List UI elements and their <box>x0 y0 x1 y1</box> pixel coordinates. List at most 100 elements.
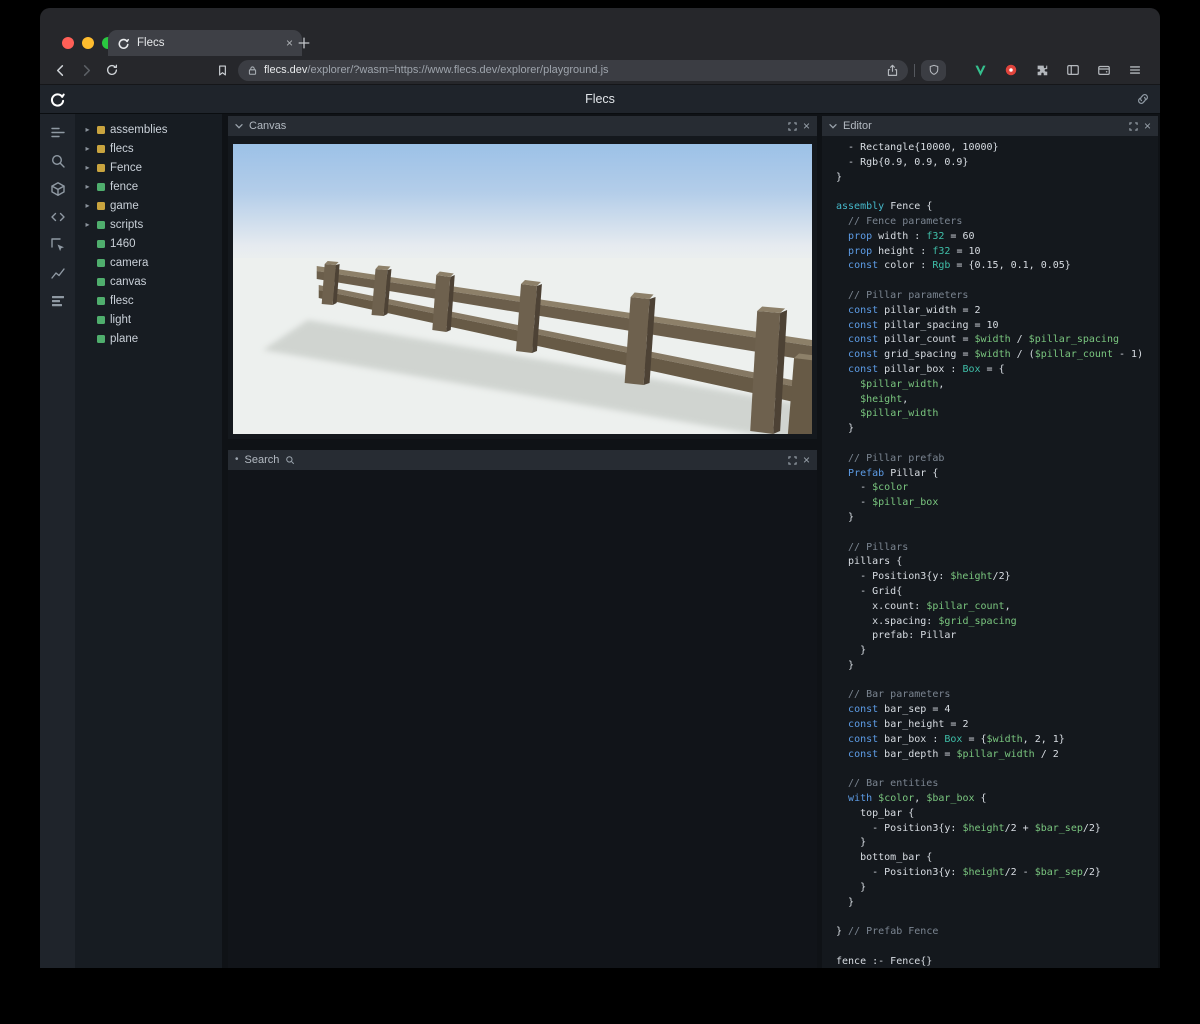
flecs-logo-icon <box>49 91 66 108</box>
extensions-puzzle-icon[interactable] <box>1033 61 1051 79</box>
expand-icon[interactable] <box>788 121 797 131</box>
panel-dot-icon[interactable]: • <box>235 455 239 465</box>
code-icon[interactable] <box>49 208 67 226</box>
search-icon[interactable] <box>49 152 67 170</box>
tree-item-plane[interactable]: plane <box>75 329 222 348</box>
wallet-icon[interactable] <box>1095 61 1113 79</box>
code-line: const bar_height = 2 <box>848 719 969 731</box>
code-line: x.count: $pillar_count, <box>836 600 1011 612</box>
tree-item-1460[interactable]: 1460 <box>75 234 222 253</box>
tab-bar: Flecs × <box>40 8 1160 56</box>
close-icon[interactable]: × <box>803 454 810 466</box>
inspect-icon[interactable] <box>49 236 67 254</box>
browser-window: Flecs × flecs.dev/explorer/?wasm=https:/… <box>40 8 1160 968</box>
outliner-icon[interactable] <box>49 124 67 142</box>
page-title: Flecs <box>585 92 615 106</box>
tree-item-flesc[interactable]: flesc <box>75 291 222 310</box>
lock-icon <box>247 65 258 76</box>
url-bar[interactable]: flecs.dev/explorer/?wasm=https://www.fle… <box>238 59 908 81</box>
entity-color-square <box>97 277 105 286</box>
traffic-light[interactable] <box>82 37 94 49</box>
search-panel-header: • Search × <box>228 450 817 470</box>
tree-item-Fence[interactable]: ▸ Fence <box>75 158 222 177</box>
3d-viewport[interactable] <box>233 144 812 434</box>
tree-item-assemblies[interactable]: ▸ assemblies <box>75 120 222 139</box>
share-link-icon[interactable] <box>1136 92 1150 106</box>
expand-arrow-icon[interactable]: ▸ <box>83 144 92 153</box>
code-line: $pillar_width, <box>860 378 945 390</box>
forward-button[interactable] <box>76 60 96 80</box>
code-line: } <box>836 659 855 671</box>
share-icon[interactable] <box>886 64 899 77</box>
tree-item-label: camera <box>110 256 149 269</box>
reload-button[interactable] <box>102 60 122 80</box>
search-panel-title: Search <box>244 454 280 466</box>
tab-title: Flecs <box>137 37 165 49</box>
brave-shield-icon[interactable] <box>921 59 946 81</box>
chevron-down-icon[interactable] <box>829 122 837 130</box>
expand-arrow-icon[interactable]: ▸ <box>83 163 92 172</box>
close-icon[interactable]: × <box>1144 120 1151 132</box>
search-panel: • Search × <box>228 450 817 968</box>
tree-item-fence[interactable]: ▸ fence <box>75 177 222 196</box>
code-line: - Rgb{0.9, 0.9, 0.9} <box>836 156 969 168</box>
entities-icon[interactable] <box>49 180 67 198</box>
tab-close-icon[interactable]: × <box>286 37 293 49</box>
code-line: const pillar_box : Box = { <box>848 363 1005 375</box>
expand-arrow-icon[interactable]: ▸ <box>83 125 92 134</box>
code-line: const pillar_width = 2 <box>848 304 981 316</box>
tree-item-canvas[interactable]: canvas <box>75 272 222 291</box>
back-button[interactable] <box>50 60 70 80</box>
flecs-explorer-app: Flecs ▸ assemblies ▸ flecs ▸ Fence ▸ fence ▸ game… <box>40 85 1160 968</box>
traffic-light[interactable] <box>62 37 74 49</box>
editor-panel-header: Editor × <box>822 116 1158 136</box>
expand-icon[interactable] <box>788 455 797 465</box>
code-line: - $color <box>836 482 909 494</box>
app-body: ▸ assemblies ▸ flecs ▸ Fence ▸ fence ▸ game ▸ scrip… <box>40 114 1160 968</box>
tree-item-game[interactable]: ▸ game <box>75 196 222 215</box>
code-line: // Pillars <box>836 541 909 553</box>
canvas-panel-title: Canvas <box>249 120 287 132</box>
expand-arrow-icon[interactable]: ▸ <box>83 201 92 210</box>
tree-item-light[interactable]: light <box>75 310 222 329</box>
tree-item-label: assemblies <box>110 123 168 136</box>
code-editor[interactable]: - Rectangle{10000, 10000} - Rgb{0.9, 0.9… <box>822 136 1158 968</box>
tree-item-camera[interactable]: camera <box>75 253 222 272</box>
entity-color-square <box>97 258 105 267</box>
code-line: const pillar_spacing = 10 <box>848 319 999 331</box>
close-icon[interactable]: × <box>803 120 810 132</box>
code-line: const bar_box : Box = {$width, 2, 1} <box>848 733 1065 745</box>
window-controls <box>62 37 114 49</box>
tree-item-label: Fence <box>110 161 142 174</box>
sidebar-toggle-icon[interactable] <box>1064 61 1082 79</box>
tool-sidebar <box>40 114 75 968</box>
url-path: /explorer/?wasm=https://www.flecs.dev/ex… <box>307 64 609 76</box>
chevron-down-icon[interactable] <box>235 122 243 130</box>
entity-color-square <box>97 125 105 134</box>
menu-icon[interactable] <box>1126 61 1144 79</box>
tree-item-scripts[interactable]: ▸ scripts <box>75 215 222 234</box>
canvas-panel-header: Canvas × <box>228 116 817 136</box>
browser-tab[interactable]: Flecs × <box>108 30 302 56</box>
brave-v-extension-icon[interactable] <box>971 61 989 79</box>
rows-icon[interactable] <box>49 292 67 310</box>
expand-icon[interactable] <box>1129 121 1138 131</box>
search-icon <box>285 455 295 465</box>
red-extension-icon[interactable] <box>1002 61 1020 79</box>
chart-icon[interactable] <box>49 264 67 282</box>
expand-arrow-icon[interactable]: ▸ <box>83 220 92 229</box>
canvas-panel: Canvas × <box>228 116 817 439</box>
expand-arrow-icon[interactable]: ▸ <box>83 182 92 191</box>
bookmark-icon[interactable] <box>212 60 232 80</box>
code-line: - Position3{y: $height/2 - $bar_sep/2} <box>836 867 1101 879</box>
code-line: pillars { <box>836 556 903 568</box>
code-line: const pillar_count = $width / $pillar_sp… <box>848 334 1119 346</box>
new-tab-button[interactable] <box>294 33 314 53</box>
tree-item-label: fence <box>110 180 139 193</box>
code-line: Prefab Pillar { <box>848 467 939 479</box>
tree-item-flecs[interactable]: ▸ flecs <box>75 139 222 158</box>
